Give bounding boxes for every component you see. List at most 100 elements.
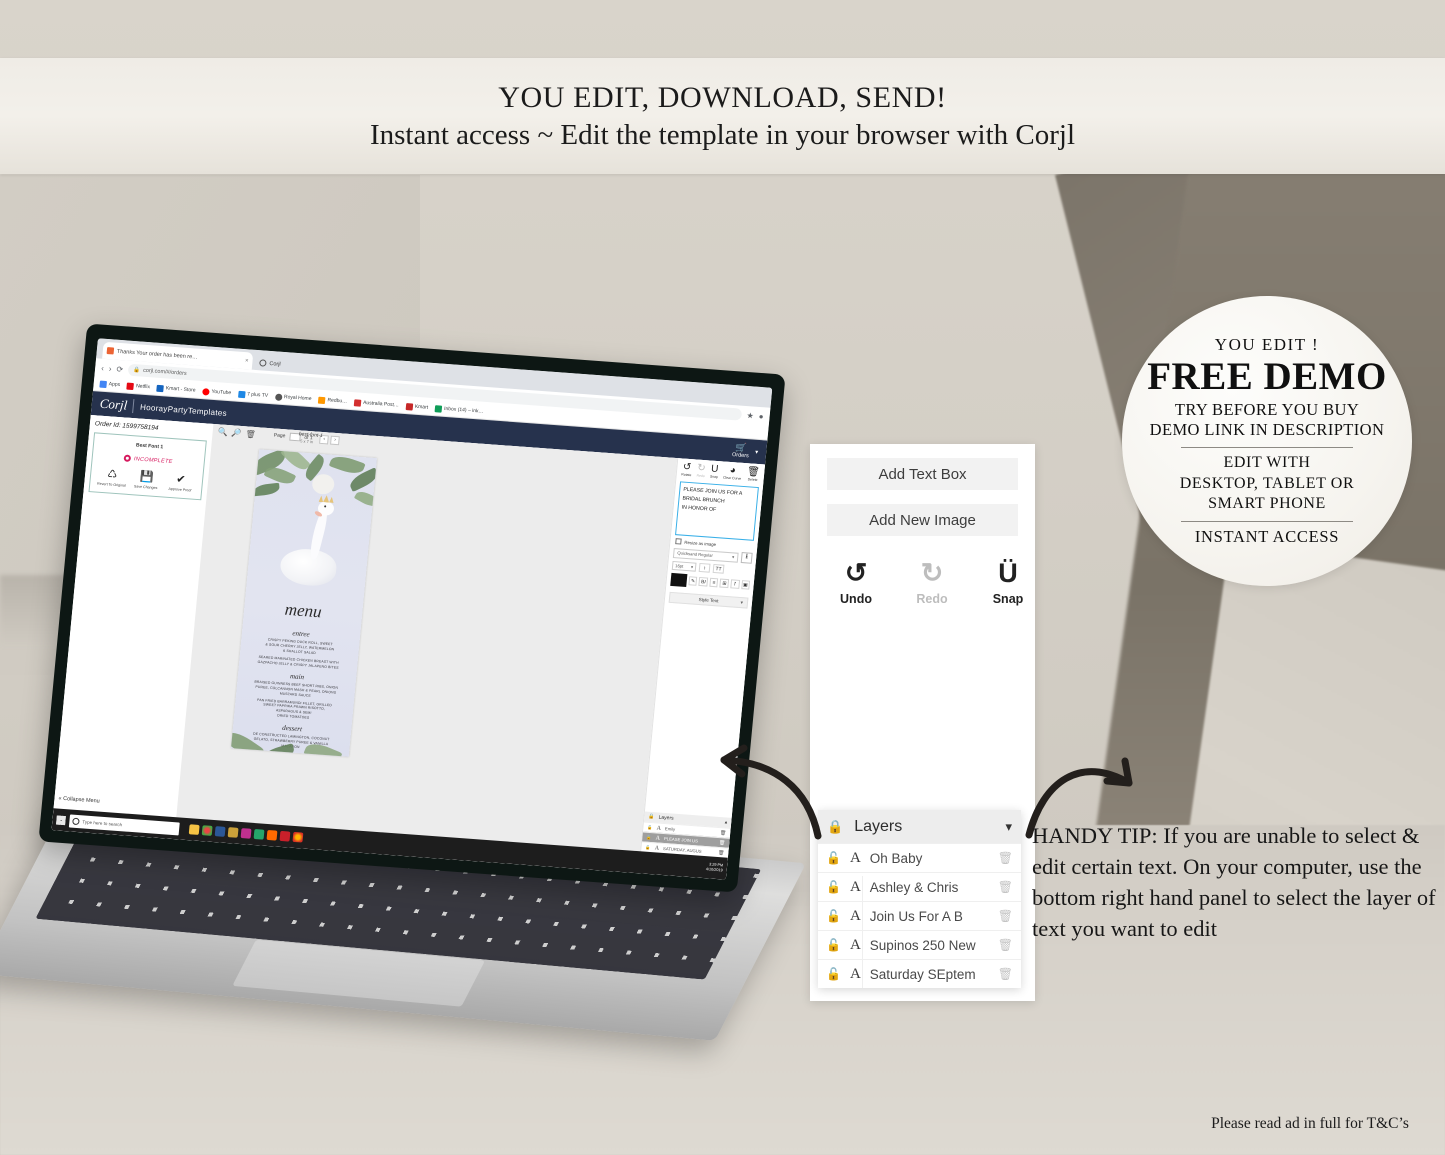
app-icon[interactable] [266, 829, 278, 841]
letter-spacing-button[interactable]: TT [712, 563, 725, 574]
layer-row[interactable]: 🔓 A Oh Baby 🗑 [818, 843, 1021, 872]
lock-open-icon[interactable]: 🔓 [646, 834, 652, 840]
trash-icon[interactable]: 🗑 [720, 830, 727, 836]
layer-row[interactable]: 🔓 A Join Us For A B 🗑 [818, 901, 1021, 930]
snap-button[interactable]: Ü Snap [986, 560, 1030, 607]
reload-icon[interactable]: ⟳ [116, 364, 124, 373]
acrobat-icon[interactable] [279, 830, 291, 842]
redo-tool[interactable]: ↻ Redo [696, 463, 706, 479]
rotate-tool[interactable]: ↺ Rotate [681, 462, 692, 478]
bookmark-item[interactable]: Netflix [126, 382, 151, 391]
bookmark-item[interactable]: YouTube [202, 387, 231, 397]
forward-arrow-icon[interactable]: › [108, 364, 112, 373]
laptop-photo: MacBook Pro Thanks Your order has been r… [0, 323, 807, 1098]
lock-open-icon[interactable]: 🔓 [826, 967, 841, 981]
font-size-select[interactable]: 16pt ▾ [671, 560, 697, 572]
bookmark-item[interactable]: Royal Home [274, 392, 312, 403]
chevron-up-icon[interactable]: ▴ [724, 819, 727, 825]
redo-button[interactable]: ↻ Redo [910, 560, 954, 607]
chevron-down-icon[interactable]: ▾ [1005, 819, 1012, 835]
trash-icon[interactable]: 🗑 [998, 909, 1013, 923]
badge-free-demo: FREE DEMO [1147, 354, 1387, 398]
next-page-button[interactable]: › [330, 435, 341, 445]
app-icon[interactable] [240, 828, 252, 839]
lock-open-icon[interactable]: 🔓 [826, 880, 841, 894]
bookmark-item[interactable]: Kmart - Store [156, 384, 196, 394]
bookmark-item[interactable]: Apps [99, 380, 120, 388]
badge-try-before-buy: TRY BEFORE YOU BUY [1174, 399, 1360, 419]
trash-icon[interactable]: 🗑 [245, 429, 256, 439]
bookmark-item[interactable]: Kmart [405, 402, 428, 412]
align-button[interactable]: ≡ [709, 577, 719, 588]
order-card[interactable]: Best Font 1 INCOMPLETE ♺ Revert To Origi… [88, 432, 207, 501]
snap-tool[interactable]: U Snap [710, 464, 719, 479]
trash-icon[interactable]: 🗑 [998, 880, 1013, 894]
chevron-down-icon[interactable]: ▾ [755, 448, 759, 455]
eyedropper-button[interactable]: ✎ [688, 576, 698, 586]
bookmark-item[interactable]: 7 plus TV [237, 390, 269, 399]
collapse-menu-button[interactable]: « Collapse Menu [58, 796, 100, 805]
orders-button[interactable]: 🛒 Orders [732, 442, 750, 459]
app-icon[interactable] [227, 827, 239, 838]
trash-icon[interactable]: 🗑 [998, 938, 1013, 952]
trash-icon[interactable]: 🗑 [719, 840, 726, 846]
lock-open-icon[interactable]: 🔓 [647, 824, 653, 830]
screenshot-stage: YOU EDIT, DOWNLOAD, SEND! Instant access… [0, 0, 1445, 1155]
lock-open-icon[interactable]: 🔓 [826, 938, 841, 952]
undo-button[interactable]: ↺ Undo [834, 560, 878, 607]
layer-row[interactable]: 🔓 A Supinos 250 New 🗑 [818, 930, 1021, 959]
lock-open-icon[interactable]: 🔓 [826, 851, 841, 865]
app-icon[interactable] [214, 826, 226, 837]
windows-start-icon[interactable] [56, 815, 66, 825]
zoom-out-icon[interactable]: 🔎 [231, 428, 242, 438]
bookmark-item[interactable]: Redbu… [318, 396, 347, 405]
text-content-input[interactable]: PLEASE JOIN US FOR A BRIDAL BRUNCH IN HO… [675, 481, 759, 541]
app-icon[interactable] [253, 829, 265, 840]
bookmark-icon [99, 380, 108, 388]
approve-proof-button[interactable]: ✔ Approve Proof [165, 473, 197, 493]
download-font-button[interactable]: ⭳ [740, 552, 753, 564]
add-new-image-button[interactable]: Add New Image [827, 504, 1018, 536]
chevron-down-icon: ▾ [731, 554, 735, 560]
zoom-in-icon[interactable]: 🔍 [217, 427, 228, 437]
trash-icon[interactable]: 🗑 [998, 967, 1013, 981]
rotate-label: Rotate [681, 472, 692, 478]
layer-row[interactable]: 🔓 A Saturday SEptem 🗑 [818, 959, 1021, 988]
firefox-icon[interactable] [292, 831, 304, 843]
revert-to-original-button[interactable]: ♺ Revert To Original [96, 468, 128, 488]
delete-tool[interactable]: 🗑 Delete [746, 466, 760, 482]
bookmark-icon [434, 404, 443, 413]
layer-row[interactable]: 🔓 A Ashley & Chris 🗑 [818, 872, 1021, 901]
menu-card-preview[interactable]: menu entree CRISPY PEKING DUCK ROLL, SWE… [231, 449, 377, 757]
back-arrow-icon[interactable]: ‹ [101, 363, 105, 372]
bookmark-item[interactable]: Australia Post… [353, 398, 399, 409]
clear-curve-tool[interactable]: ◕ Clear Curve [723, 465, 742, 481]
taskbar-clock[interactable]: 3:29 PM 4/10/2019 [706, 863, 724, 873]
explorer-icon[interactable] [188, 824, 200, 835]
add-text-box-button[interactable]: Add Text Box [827, 458, 1018, 490]
valign-button[interactable]: ⊞ [719, 578, 730, 589]
trash-icon[interactable]: 🗑 [998, 851, 1013, 865]
bold-italic-button[interactable]: BI [698, 576, 709, 587]
font-family-select[interactable]: Quicksand Regular ▾ [672, 547, 739, 563]
menu-section: main BRAISED GUINNESS BEEF SHORT RIBS, O… [234, 668, 356, 724]
style-text-accordion[interactable]: Style Text ▾ [668, 591, 749, 609]
resize-as-image-checkbox[interactable] [675, 538, 682, 545]
chrome-icon[interactable] [201, 825, 213, 836]
windows-search-input[interactable]: Type here to search [68, 813, 180, 835]
corjl-logo[interactable]: Corjl [99, 396, 128, 414]
line-spacing-button[interactable]: ↕ [698, 562, 711, 573]
lock-open-icon[interactable]: 🔓 [826, 909, 841, 923]
curve-text-button[interactable]: ↾ [730, 579, 740, 589]
tab-close-icon[interactable]: × [245, 358, 249, 364]
lock-open-icon[interactable]: 🔓 [645, 844, 651, 850]
bookmark-star-icon[interactable]: ★ [746, 411, 754, 420]
profile-avatar-icon[interactable]: ● [758, 411, 764, 420]
layers-panel-header[interactable]: 🔒 Layers ▾ [818, 810, 1021, 843]
trash-icon[interactable]: 🗑 [718, 850, 725, 856]
save-changes-button[interactable]: 💾 Save Changes [131, 471, 163, 490]
effects-button[interactable]: ▣ [740, 580, 751, 590]
bookmark-item[interactable]: Inbox (14) – ink… [434, 404, 484, 416]
text-color-swatch[interactable] [670, 572, 688, 588]
cortana-circle-icon [72, 817, 80, 825]
